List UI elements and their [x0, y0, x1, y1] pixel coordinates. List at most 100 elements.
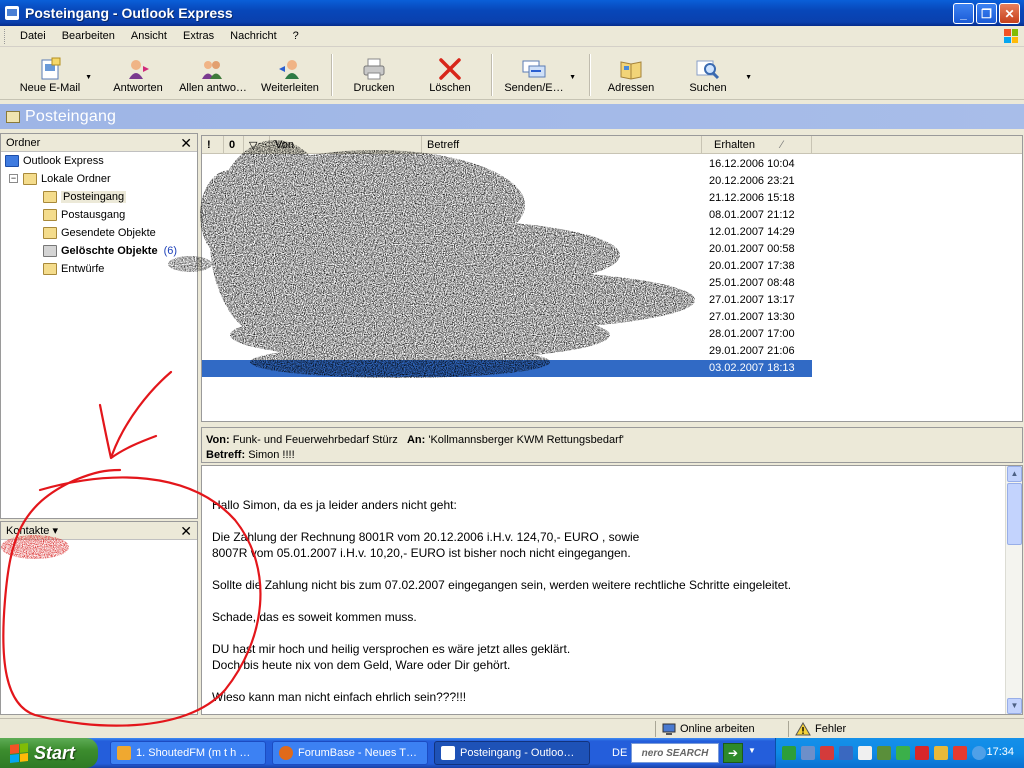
eye-tray-icon[interactable]: [782, 746, 796, 760]
table-row[interactable]: 27.01.2007 13:30: [202, 309, 812, 326]
forward-button[interactable]: Weiterleiten: [259, 52, 321, 98]
reply-all-button[interactable]: Allen antwo…: [178, 52, 248, 98]
scroll-down-icon[interactable]: ▼: [1007, 698, 1022, 714]
chevron-down-icon[interactable]: ▼: [85, 74, 92, 81]
minimize-button[interactable]: _: [953, 3, 974, 24]
new-mail-icon: [41, 57, 61, 80]
network-tray-icon[interactable]: [839, 746, 853, 760]
search-tray-icon[interactable]: [972, 746, 986, 760]
received-date: 03.02.2007 18:13: [709, 362, 795, 374]
inbox-folder-icon: [43, 190, 57, 203]
maximize-button[interactable]: ❐: [976, 3, 997, 24]
folder-geloeschte-objekte[interactable]: Gelöschte Objekte (6): [43, 242, 177, 259]
firefox-icon: [279, 746, 293, 760]
contacts-pane: Kontakte ▾ ✕: [0, 521, 198, 715]
collapse-icon[interactable]: −: [9, 174, 18, 183]
taskbar-item-forumbase[interactable]: ForumBase - Neues T…: [272, 741, 428, 765]
folder-entwuerfe[interactable]: Entwürfe: [43, 260, 104, 277]
messenger-tray-icon[interactable]: [877, 746, 891, 760]
antivirus-tray-icon[interactable]: [820, 746, 834, 760]
menu-extras[interactable]: Extras: [175, 30, 222, 42]
chevron-down-icon[interactable]: ▼: [748, 746, 756, 755]
start-button[interactable]: Start: [0, 738, 98, 768]
body-line: 8007R vom 05.01.2007 i.H.v. 10,20,- EURO…: [212, 546, 631, 560]
taskbar-item-posteingang[interactable]: Posteingang - Outloo…: [434, 741, 590, 765]
menu-ansicht[interactable]: Ansicht: [123, 30, 175, 42]
table-row[interactable]: 25.01.2007 08:48: [202, 275, 812, 292]
body-line: Doch bis heute nix von dem Geld, Ware od…: [212, 658, 511, 672]
menu-help[interactable]: ?: [285, 30, 307, 42]
close-button[interactable]: ✕: [999, 3, 1020, 24]
table-row[interactable]: 16.12.2006 10:04: [202, 156, 812, 173]
column-received[interactable]: Erhalten ⁄: [702, 136, 812, 154]
lightning-tray-icon[interactable]: [934, 746, 948, 760]
forward-icon: [279, 60, 299, 79]
folder-outlook-express[interactable]: Outlook Express: [5, 152, 104, 169]
title-bar[interactable]: Posteingang - Outlook Express _ ❐ ✕: [0, 0, 1024, 26]
message-list: ! 0 ▽ Von Betreff Erhalten ⁄ 16.12.2006 …: [201, 135, 1023, 422]
delete-button[interactable]: Löschen: [428, 52, 472, 98]
table-row[interactable]: 20.01.2007 00:58: [202, 241, 812, 258]
table-row[interactable]: 28.01.2007 17:00: [202, 326, 812, 343]
chevron-down-icon[interactable]: ▼: [745, 74, 752, 81]
preview-body[interactable]: Hallo Simon, da es ja leider anders nich…: [201, 465, 1023, 715]
shield-tray-icon[interactable]: [896, 746, 910, 760]
new-mail-button[interactable]: Neue E-Mail ▼: [20, 52, 92, 98]
column-flag[interactable]: ▽: [244, 136, 270, 154]
taskbar-item-shoutedfm[interactable]: 1. ShoutedFM (m t h …: [110, 741, 266, 765]
print-button[interactable]: Drucken: [350, 52, 398, 98]
table-row[interactable]: 29.01.2007 21:06: [202, 343, 812, 360]
unread-count: (6): [163, 244, 178, 257]
usb-tray-icon[interactable]: [858, 746, 872, 760]
folder-lokale-ordner[interactable]: Lokale Ordner: [23, 170, 111, 187]
outlook-express-icon: [441, 746, 455, 760]
close-icon[interactable]: ✕: [180, 524, 192, 538]
addresses-button[interactable]: Adressen: [607, 52, 655, 98]
column-priority[interactable]: !: [202, 136, 224, 154]
vertical-scrollbar[interactable]: ▲ ▼: [1005, 466, 1022, 714]
table-row[interactable]: 20.12.2006 23:21: [202, 173, 812, 190]
column-from[interactable]: Von: [270, 136, 422, 154]
received-date: 29.01.2007 21:06: [709, 345, 795, 357]
folder-icon: [23, 172, 37, 185]
chevron-down-icon[interactable]: ▼: [569, 74, 576, 81]
search-go-button[interactable]: ➔: [723, 743, 743, 763]
music-icon: [117, 746, 131, 760]
search-button[interactable]: Suchen ▼: [688, 52, 752, 98]
language-indicator[interactable]: DE: [612, 747, 627, 759]
table-row[interactable]: 21.12.2006 15:18: [202, 190, 812, 207]
menu-bearbeiten[interactable]: Bearbeiten: [54, 30, 123, 42]
table-row[interactable]: 20.01.2007 17:38: [202, 258, 812, 275]
column-attachment[interactable]: 0: [224, 136, 244, 154]
delete-x-icon: [439, 58, 461, 80]
folder-postausgang[interactable]: Postausgang: [43, 206, 125, 223]
windows-flag-icon: [10, 743, 28, 763]
windows-logo-icon: [1002, 27, 1020, 45]
online-status[interactable]: Online arbeiten: [662, 721, 755, 737]
menu-grip[interactable]: [4, 29, 7, 44]
body-line: Wieso kann man nicht einfach ehrlich sei…: [212, 690, 467, 704]
close-icon[interactable]: ✕: [180, 136, 192, 150]
user-tray-icon[interactable]: [801, 746, 815, 760]
contacts-dropdown[interactable]: Kontakte ▾: [6, 524, 58, 537]
table-row[interactable]: 08.01.2007 21:12: [202, 207, 812, 224]
send-receive-button[interactable]: Senden/E… ▼: [504, 52, 576, 98]
ati-tray-icon[interactable]: [915, 746, 929, 760]
error-status[interactable]: Fehler: [795, 721, 846, 737]
folder-gesendete-objekte[interactable]: Gesendete Objekte: [43, 224, 156, 241]
acrobat-tray-icon[interactable]: [953, 746, 967, 760]
taskbar: Start 1. ShoutedFM (m t h … ForumBase - …: [0, 738, 1024, 768]
folder-posteingang[interactable]: Posteingang: [43, 188, 127, 205]
nero-search-box[interactable]: nero SEARCH: [631, 743, 719, 763]
scroll-up-icon[interactable]: ▲: [1007, 466, 1022, 482]
table-row[interactable]: 27.01.2007 13:17: [202, 292, 812, 309]
reply-button[interactable]: Antworten: [110, 52, 166, 98]
scroll-thumb[interactable]: [1007, 483, 1022, 545]
table-row[interactable]: 03.02.2007 18:13: [202, 360, 812, 377]
message-body-text: Hallo Simon, da es ja leider anders nich…: [212, 497, 1002, 714]
table-row[interactable]: 12.01.2007 14:29: [202, 224, 812, 241]
menu-datei[interactable]: Datei: [12, 30, 54, 42]
current-folder-title: Posteingang: [25, 107, 117, 125]
menu-nachricht[interactable]: Nachricht: [222, 30, 284, 42]
column-subject[interactable]: Betreff: [422, 136, 702, 154]
